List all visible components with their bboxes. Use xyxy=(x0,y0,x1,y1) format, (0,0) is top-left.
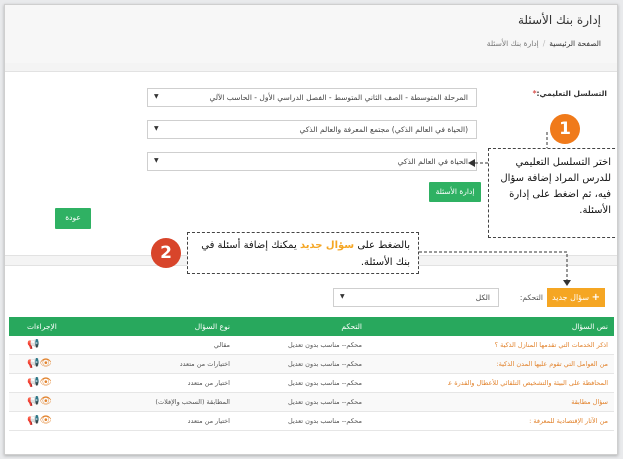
stage-select[interactable]: المرحلة المتوسطة - الصف الثاني المتوسط -… xyxy=(147,88,477,107)
megaphone-icon[interactable]: 📢 xyxy=(27,396,39,407)
page-title: إدارة بنك الأسئلة xyxy=(517,13,601,27)
chevron-down-icon: ▼ xyxy=(340,293,345,300)
question-type: مقالي xyxy=(213,341,230,349)
chevron-down-icon: ▼ xyxy=(154,93,159,100)
actions: 📢 xyxy=(27,339,51,350)
callout-step-1: اختر التسلسل التعليمي للدرس المراد إضافة… xyxy=(488,148,617,238)
eye-icon[interactable]: 👁 xyxy=(39,377,51,388)
new-question-button[interactable]: + سؤال جديد xyxy=(547,288,605,307)
callout-step-2: بالضغط على سؤال جديد يمكنك إضافة أسئلة ف… xyxy=(187,232,419,274)
megaphone-icon[interactable]: 📢 xyxy=(27,415,39,426)
table-row: سؤال مطابقة محكم-- مناسب بدون تعديل المط… xyxy=(9,393,614,412)
filter-select[interactable]: الكل ▼ xyxy=(333,288,499,307)
callout-2-prefix: بالضغط على xyxy=(357,240,410,251)
question-type: اختيارات من متعدد xyxy=(179,360,230,368)
page-header: إدارة بنك الأسئلة الصفحة الرئيسية/إدارة … xyxy=(5,5,617,63)
filter-label: التحكم: xyxy=(519,293,543,302)
table-row: من العوامل التي تقوم عليها المدن الذكية:… xyxy=(9,355,614,374)
col-actions: الإجراءات xyxy=(27,322,57,331)
eye-icon[interactable]: 👁 xyxy=(39,358,51,369)
breadcrumb-home[interactable]: الصفحة الرئيسية xyxy=(549,39,601,48)
plus-icon: + xyxy=(591,292,600,303)
sequence-panel: التسلسل التعليمي:* المرحلة المتوسطة - ال… xyxy=(5,71,617,256)
stage-select-value: المرحلة المتوسطة - الصف الثاني المتوسط -… xyxy=(209,93,468,102)
question-type: اختيار من متعدد xyxy=(187,417,230,425)
question-text[interactable]: المحافظة على البيئة والتشخيص التلقائي لل… xyxy=(448,379,608,387)
unit-select-value: (الحياة في العالم الذكي) مجتمع المعرفة و… xyxy=(299,125,468,134)
actions: 📢👁 xyxy=(27,415,51,426)
megaphone-icon[interactable]: 📢 xyxy=(27,377,39,388)
eye-icon[interactable]: 👁 xyxy=(39,396,51,407)
questions-table-header: نص السؤال التحكم نوع السؤال الإجراءات xyxy=(9,317,614,336)
chevron-down-icon: ▼ xyxy=(154,125,159,132)
col-control: التحكم xyxy=(341,322,362,331)
questions-panel: بالضغط على سؤال جديد يمكنك إضافة أسئلة ف… xyxy=(5,232,617,454)
callout-arrow-2 xyxy=(419,251,571,286)
col-question: نص السؤال xyxy=(571,322,608,331)
question-text[interactable]: سؤال مطابقة xyxy=(448,398,608,406)
callout-2-highlight: سؤال جديد xyxy=(299,240,355,251)
actions: 📢👁 xyxy=(27,377,51,388)
col-type: نوع السؤال xyxy=(194,322,230,331)
filter-select-value: الكل xyxy=(475,293,490,302)
app-frame: إدارة بنك الأسئلة الصفحة الرئيسية/إدارة … xyxy=(4,4,618,455)
question-text[interactable]: من العوامل التي تقوم عليها المدن الذكية: xyxy=(448,360,608,368)
actions: 📢👁 xyxy=(27,358,51,369)
control-status: محكم-- مناسب بدون تعديل xyxy=(288,341,362,349)
back-button[interactable]: عودة xyxy=(55,208,91,229)
sequence-label-text: التسلسل التعليمي: xyxy=(536,89,608,98)
question-text[interactable]: اذكر الخدمات التي تقدمها المنازل الذكية … xyxy=(448,341,608,349)
sequence-label: التسلسل التعليمي:* xyxy=(533,89,607,98)
question-type: اختيار من متعدد xyxy=(187,379,230,387)
chevron-down-icon: ▼ xyxy=(154,157,159,164)
control-status: محكم-- مناسب بدون تعديل xyxy=(288,417,362,425)
new-question-label: سؤال جديد xyxy=(552,293,590,302)
table-row: من الآثار الإقتصادية للمعرفة : محكم-- من… xyxy=(9,412,614,431)
eye-icon[interactable]: 👁 xyxy=(39,415,51,426)
breadcrumb-current: إدارة بنك الأسئلة xyxy=(486,39,539,48)
breadcrumb-separator: / xyxy=(542,39,546,48)
table-row: المحافظة على البيئة والتشخيص التلقائي لل… xyxy=(9,374,614,393)
table-row: اذكر الخدمات التي تقدمها المنازل الذكية … xyxy=(9,336,614,355)
step-1-badge: 1 xyxy=(550,114,580,144)
question-text[interactable]: من الآثار الإقتصادية للمعرفة : xyxy=(448,417,608,425)
lesson-select[interactable]: الحياة في العالم الذكي ▼ xyxy=(147,152,477,171)
actions: 📢👁 xyxy=(27,396,51,407)
megaphone-icon[interactable]: 📢 xyxy=(27,358,39,369)
control-status: محكم-- مناسب بدون تعديل xyxy=(288,379,362,387)
step-2-badge: 2 xyxy=(151,238,181,268)
unit-select[interactable]: (الحياة في العالم الذكي) مجتمع المعرفة و… xyxy=(147,120,477,139)
control-status: محكم-- مناسب بدون تعديل xyxy=(288,360,362,368)
breadcrumb: الصفحة الرئيسية/إدارة بنك الأسئلة xyxy=(487,39,601,48)
control-status: محكم-- مناسب بدون تعديل xyxy=(288,398,362,406)
megaphone-icon[interactable]: 📢 xyxy=(27,339,39,350)
question-type: المطابقة (السحب والإفلات) xyxy=(155,398,230,406)
lesson-select-value: الحياة في العالم الذكي xyxy=(397,157,468,166)
